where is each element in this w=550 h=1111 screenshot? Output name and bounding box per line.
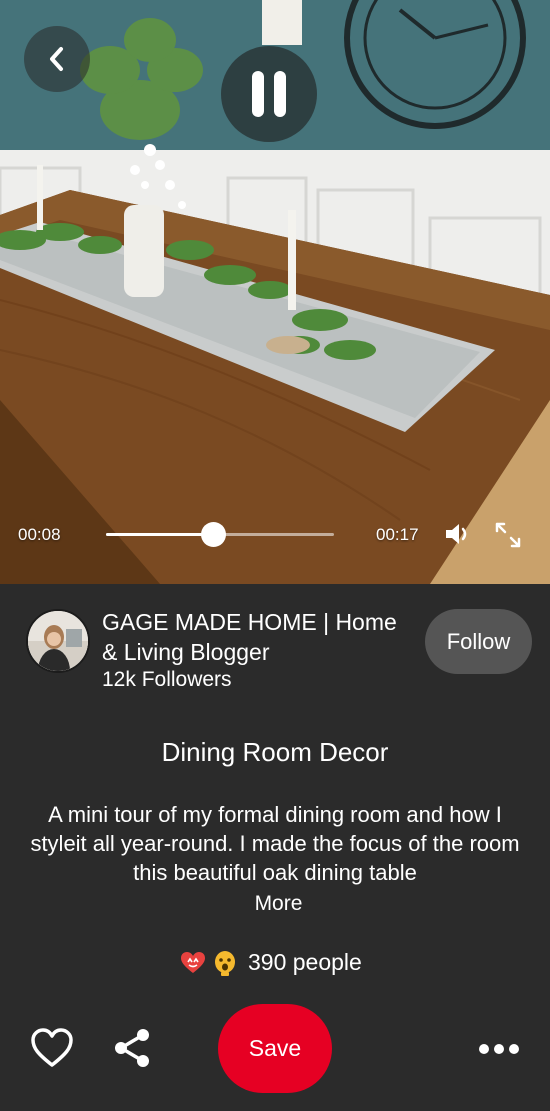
video-player[interactable]: 00:08 00:17 (0, 0, 550, 584)
creator-name[interactable]: GAGE MADE HOME | Home & Living Blogger (102, 607, 412, 667)
chevron-left-icon (50, 47, 63, 71)
pin-description: A mini tour of my formal dining room and… (30, 802, 520, 885)
video-scrubber[interactable] (106, 522, 334, 547)
video-duration: 00:17 (376, 525, 419, 544)
pause-icon (252, 71, 286, 117)
heart-icon[interactable] (30, 1028, 74, 1068)
pause-button[interactable] (221, 46, 317, 142)
more-options-icon[interactable] (478, 1038, 520, 1060)
current-time: 00:08 (18, 525, 61, 544)
save-button[interactable]: Save (218, 1004, 332, 1093)
scrubber-handle[interactable] (201, 522, 227, 547)
scrubber-progress (106, 533, 214, 536)
reaction-count: 390 people (248, 949, 362, 975)
creator-avatar[interactable] (26, 609, 90, 673)
follower-count: 12k Followers (102, 668, 232, 691)
wow-reaction-icon (215, 951, 235, 976)
pin-title: Dining Room Decor (161, 737, 389, 767)
avatar-photo (28, 611, 88, 671)
pin-closeup-screen: 00:08 00:17 GAGE MADE HOME | Home & Livi… (0, 0, 550, 1111)
share-icon[interactable] (112, 1028, 152, 1068)
follow-button[interactable]: Follow (425, 609, 532, 674)
expand-icon[interactable] (494, 521, 522, 549)
more-link[interactable]: More (0, 892, 550, 916)
back-button[interactable] (24, 26, 90, 92)
heart-eyes-reaction-icon (181, 952, 205, 973)
volume-icon[interactable] (444, 521, 472, 547)
